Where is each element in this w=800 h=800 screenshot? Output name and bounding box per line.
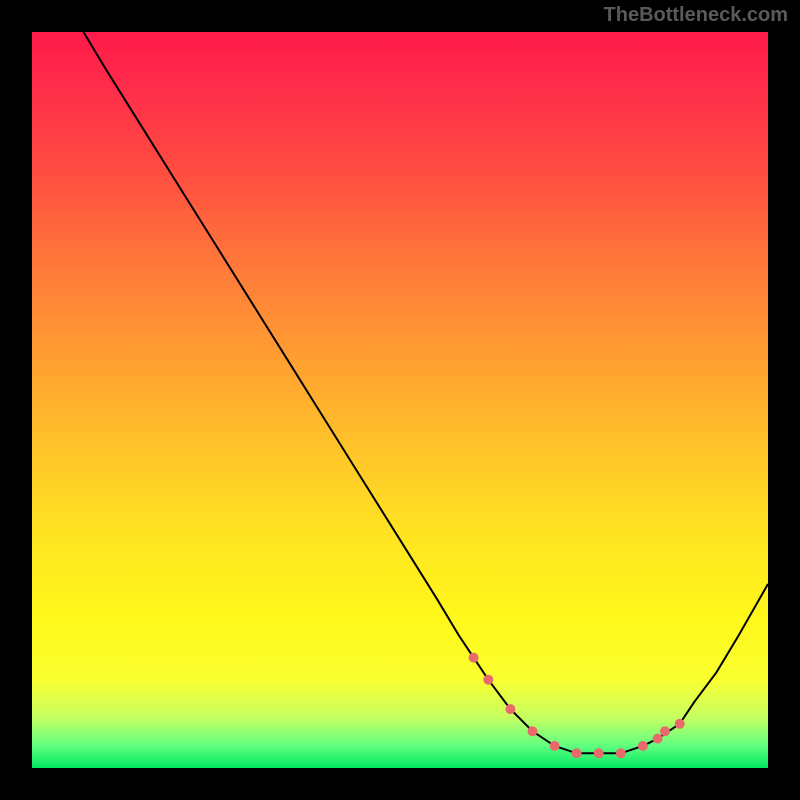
watermark-text: TheBottleneck.com: [604, 4, 788, 27]
bottleneck-curve-line: [84, 32, 769, 753]
highlight-dot: [653, 734, 663, 744]
chart-area: [32, 32, 768, 768]
chart-svg: [32, 32, 768, 768]
highlight-dot: [483, 675, 493, 685]
highlight-dot: [505, 704, 515, 714]
highlight-dot: [594, 748, 604, 758]
highlight-dot: [469, 653, 479, 663]
highlight-dot: [675, 719, 685, 729]
highlight-dots-group: [469, 653, 685, 759]
highlight-dot: [550, 741, 560, 751]
highlight-dot: [572, 748, 582, 758]
highlight-dot: [660, 726, 670, 736]
highlight-dot: [638, 741, 648, 751]
highlight-dot: [616, 748, 626, 758]
highlight-dot: [528, 726, 538, 736]
